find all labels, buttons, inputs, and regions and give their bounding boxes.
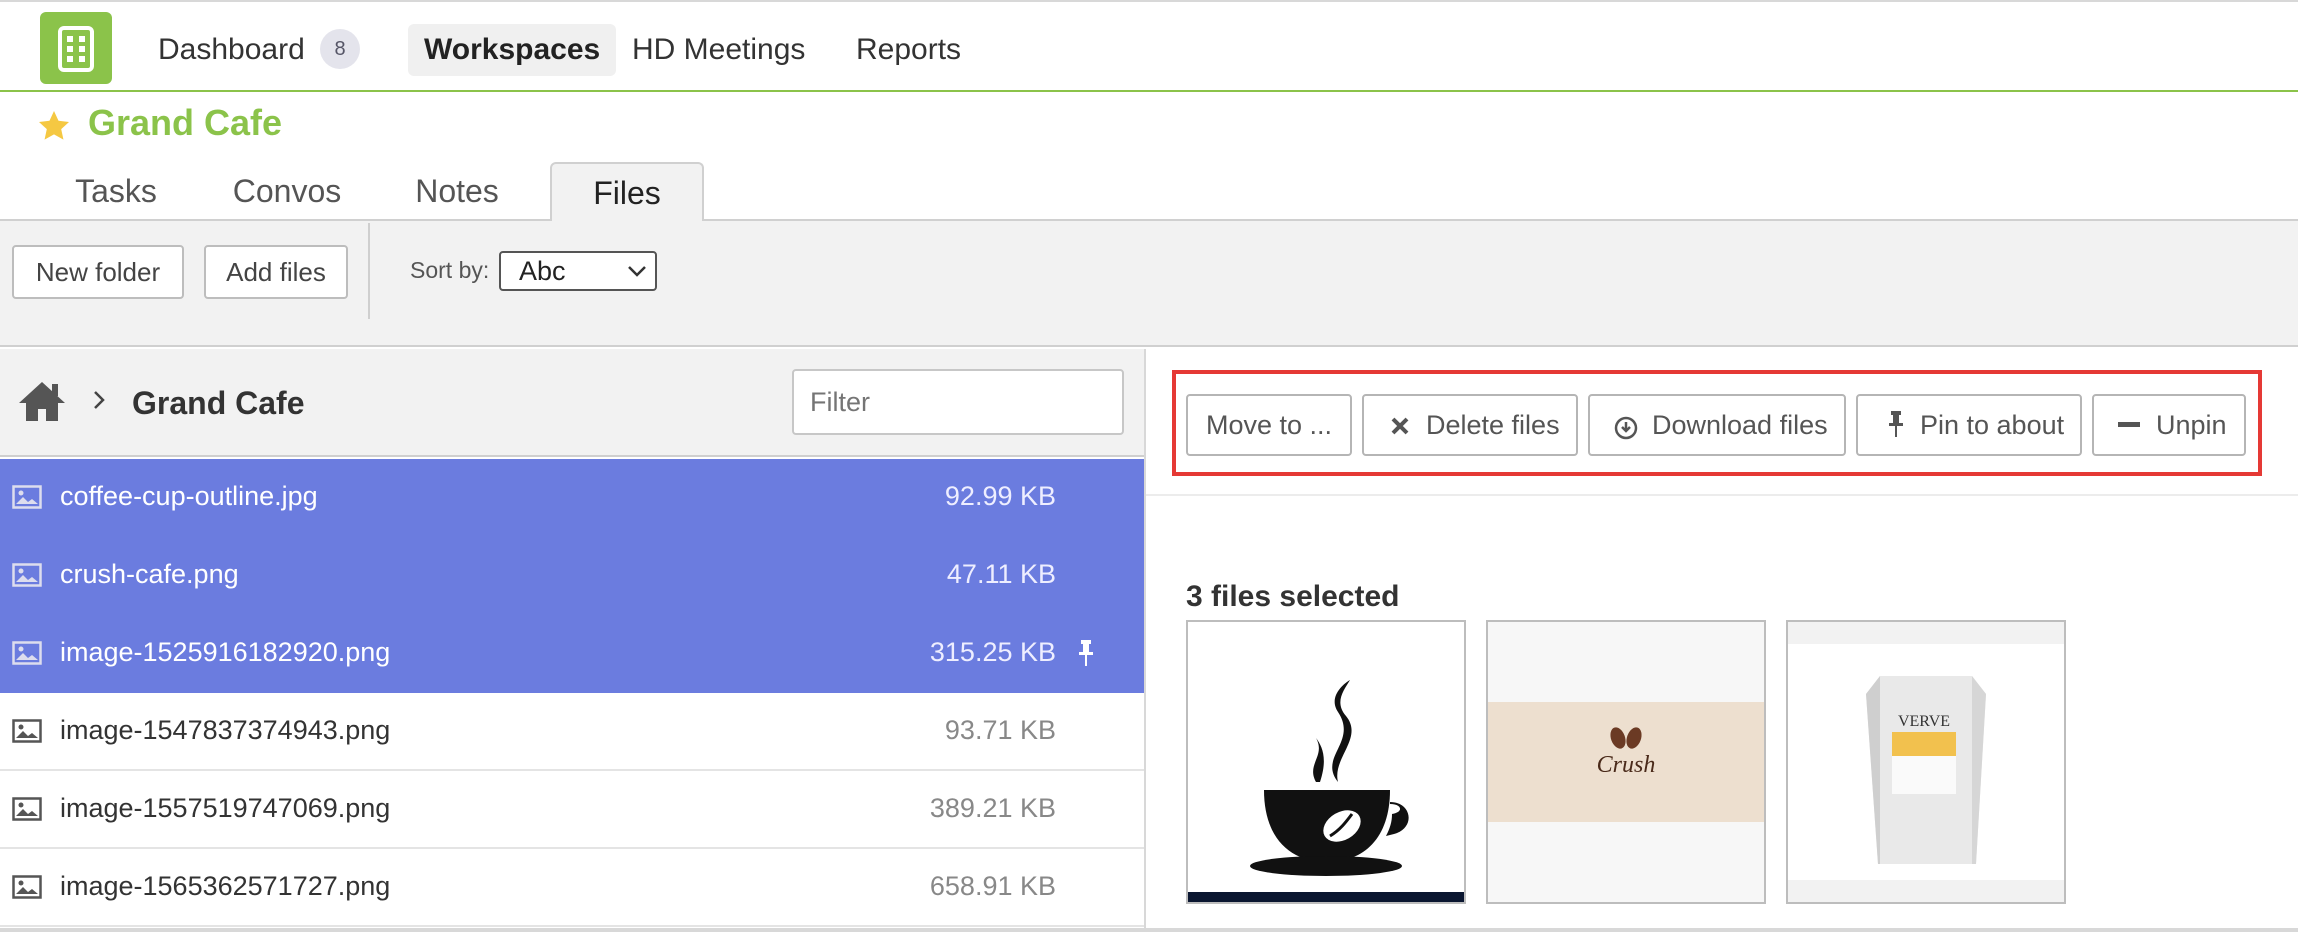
- download-files-label: Download files: [1652, 410, 1828, 440]
- file-size: 93.71 KB: [944, 715, 1056, 745]
- download-icon: [1614, 416, 1638, 440]
- preview-divider: [1146, 494, 2298, 496]
- crush-logo-text: Crush: [1597, 752, 1656, 778]
- file-name: coffee-cup-outline.jpg: [60, 481, 318, 511]
- image-file-icon: [12, 719, 42, 743]
- unpin-label: Unpin: [2156, 410, 2227, 440]
- coffee-cup-image: [1188, 622, 1464, 902]
- image-file-icon: [12, 641, 42, 665]
- file-size: 658.91 KB: [929, 871, 1056, 901]
- pin-icon: [1889, 411, 1903, 437]
- pin-icon: [1079, 640, 1093, 666]
- image-file-icon: [12, 875, 42, 899]
- bottom-border: [0, 928, 2298, 932]
- star-icon[interactable]: [36, 108, 72, 144]
- add-files-button[interactable]: Add files: [204, 245, 348, 299]
- nav-workspaces[interactable]: Workspaces: [408, 24, 617, 76]
- filter-input[interactable]: [792, 369, 1124, 435]
- move-to-button[interactable]: Move to ...: [1186, 394, 1352, 456]
- tab-tasks[interactable]: Tasks: [56, 162, 176, 220]
- nav-reports[interactable]: Reports: [840, 24, 977, 76]
- selection-count: 3 files selected: [1186, 580, 1400, 613]
- thumbnail-coffee-cup[interactable]: [1186, 620, 1466, 904]
- home-icon[interactable]: [16, 379, 68, 423]
- thumbnail-crush-cafe[interactable]: Crush: [1486, 620, 1766, 904]
- verve-logo-text: VERVE: [1898, 713, 1950, 730]
- dashboard-count-badge: 8: [320, 29, 360, 69]
- file-row[interactable]: image-1565362571727.png 658.91 KB: [0, 849, 1144, 927]
- file-size: 315.25 KB: [929, 637, 1056, 667]
- sort-select-value: Abc: [519, 256, 566, 286]
- nav-dashboard[interactable]: Dashboard: [142, 24, 321, 76]
- crush-logo-image: Crush: [1488, 622, 1764, 902]
- sort-select[interactable]: Abc: [499, 251, 657, 291]
- unpin-button[interactable]: Unpin: [2092, 394, 2246, 456]
- close-icon: [1391, 417, 1409, 435]
- file-size: 47.11 KB: [946, 559, 1056, 589]
- toolbar-divider: [368, 223, 370, 319]
- top-navigation-bar: Dashboard 8 Workspaces HD Meetings Repor…: [0, 0, 2298, 92]
- file-size: 389.21 KB: [929, 793, 1056, 823]
- breadcrumb-current[interactable]: Grand Cafe: [132, 385, 304, 422]
- file-name: image-1525916182920.png: [60, 637, 391, 667]
- file-name: image-1547837374943.png: [60, 715, 391, 745]
- file-row[interactable]: coffee-cup-outline.jpg 92.99 KB: [0, 459, 1144, 537]
- thumbnail-verve-bag[interactable]: VERVE: [1786, 620, 2066, 904]
- minus-icon: [2118, 422, 2140, 427]
- image-file-icon: [12, 797, 42, 821]
- file-row[interactable]: image-1557519747069.png 389.21 KB: [0, 771, 1144, 849]
- app-logo[interactable]: [40, 12, 112, 84]
- chevron-right-icon: [94, 391, 105, 409]
- file-row[interactable]: crush-cafe.png 47.11 KB: [0, 537, 1144, 615]
- file-name: image-1557519747069.png: [60, 793, 391, 823]
- panel-divider: [1144, 349, 1146, 932]
- image-file-icon: [12, 485, 42, 509]
- chevron-down-icon: [628, 266, 646, 277]
- file-browser-header: Grand Cafe: [0, 349, 1144, 457]
- coffee-bag-image: VERVE: [1788, 622, 2064, 902]
- tab-notes[interactable]: Notes: [396, 162, 518, 220]
- file-name: image-1565362571727.png: [60, 871, 391, 901]
- image-file-icon: [12, 563, 42, 587]
- sort-label: Sort by:: [410, 257, 490, 283]
- file-row[interactable]: image-1525916182920.png 315.25 KB: [0, 615, 1144, 693]
- nav-hd-meetings[interactable]: HD Meetings: [616, 24, 821, 76]
- download-files-button[interactable]: Download files: [1588, 394, 1846, 456]
- building-icon: [58, 26, 94, 72]
- file-size: 92.99 KB: [944, 481, 1056, 511]
- bulk-actions-toolbar: Move to ... Delete files Download files …: [1172, 370, 2262, 476]
- tab-convos[interactable]: Convos: [222, 162, 352, 220]
- delete-files-label: Delete files: [1426, 410, 1560, 440]
- pin-to-about-button[interactable]: Pin to about: [1856, 394, 2082, 456]
- file-row[interactable]: image-1547837374943.png 93.71 KB: [0, 693, 1144, 771]
- pin-to-about-label: Pin to about: [1920, 410, 2065, 440]
- workspace-title: Grand Cafe: [88, 102, 283, 143]
- file-name: crush-cafe.png: [60, 559, 239, 589]
- files-toolbar: New folder Add files Sort by: Abc: [0, 221, 2298, 347]
- new-folder-button[interactable]: New folder: [12, 245, 184, 299]
- delete-files-button[interactable]: Delete files: [1362, 394, 1578, 456]
- tab-files[interactable]: Files: [550, 162, 704, 222]
